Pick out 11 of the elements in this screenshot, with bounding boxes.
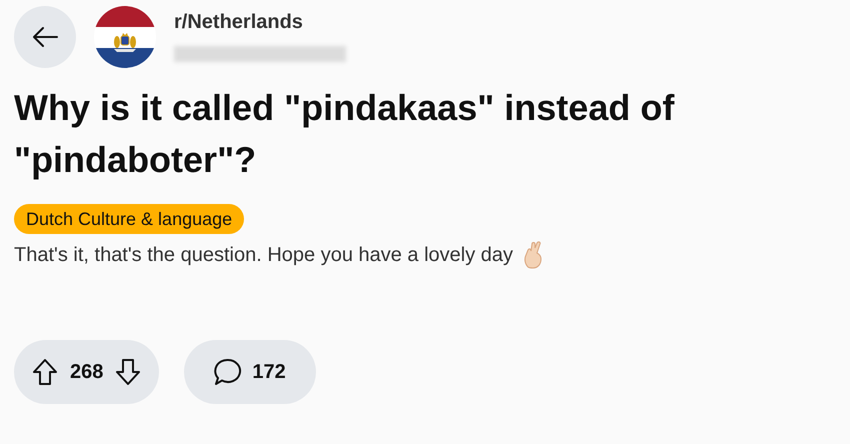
comments-button[interactable]: 172 xyxy=(184,340,316,404)
subreddit-avatar[interactable] xyxy=(94,6,156,68)
upvote-icon[interactable] xyxy=(32,358,58,386)
speech-bubble-icon xyxy=(214,358,242,386)
back-arrow-icon xyxy=(32,26,58,48)
vote-score: 268 xyxy=(70,360,104,385)
subreddit-name[interactable]: r/Netherlands xyxy=(174,8,346,36)
post-flair[interactable]: Dutch Culture & language xyxy=(14,204,244,234)
post-body: That's it, that's the question. Hope you have a lovely day xyxy=(14,243,514,268)
downvote-icon[interactable] xyxy=(115,358,142,386)
post-title: Why is it called "pindakaas" instead of "pindaboter"? xyxy=(14,86,676,182)
